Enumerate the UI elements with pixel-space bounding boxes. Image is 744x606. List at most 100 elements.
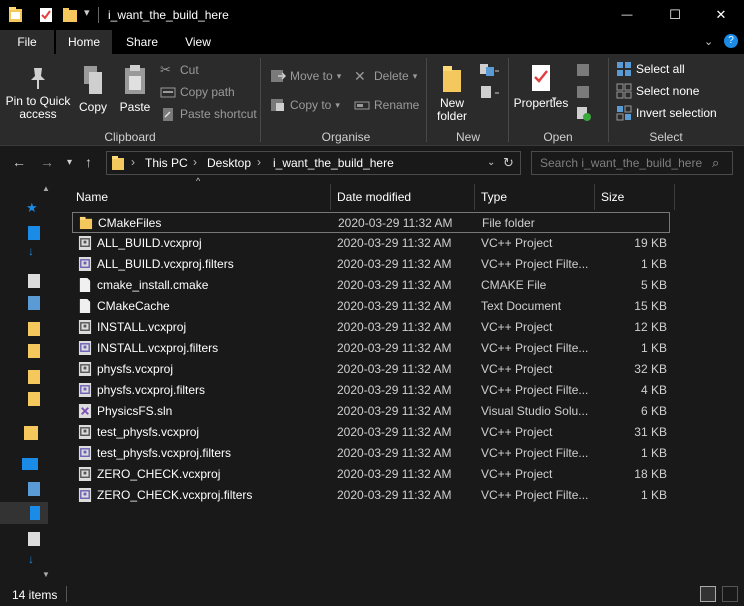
file-row[interactable]: ZERO_CHECK.vcxproj 2020-03-29 11:32 AM VC+… bbox=[72, 464, 670, 485]
this-pc-nav-icon[interactable] bbox=[22, 458, 38, 470]
documents-nav-icon[interactable] bbox=[28, 532, 40, 546]
copy-to-button[interactable]: Copy to ▾ bbox=[270, 97, 340, 113]
documents-nav-icon[interactable] bbox=[28, 274, 40, 288]
select-all-button[interactable]: Select all bbox=[616, 61, 685, 77]
minimize-icon: — bbox=[621, 9, 633, 21]
onedrive-nav-icon[interactable] bbox=[24, 426, 38, 440]
rename-button[interactable]: Rename bbox=[354, 97, 419, 113]
column-header-date[interactable]: Date modified bbox=[337, 184, 473, 210]
group-separator bbox=[508, 58, 509, 142]
copy-path-button[interactable]: Copy path bbox=[160, 84, 235, 100]
properties-button[interactable]: Properties bbox=[512, 62, 570, 110]
cut-label: Cut bbox=[180, 63, 199, 77]
column-header-type[interactable]: Type bbox=[481, 184, 593, 210]
file-name: INSTALL.vcxproj bbox=[97, 320, 187, 334]
file-row[interactable]: ZERO_CHECK.vcxproj.filters 2020-03-29 11:… bbox=[72, 485, 670, 506]
column-header-size[interactable]: Size bbox=[601, 184, 673, 210]
history-icon[interactable] bbox=[576, 106, 592, 122]
large-icons-view-icon[interactable] bbox=[722, 586, 738, 602]
file-row[interactable]: INSTALL.vcxproj.filters 2020-03-29 11:32 … bbox=[72, 338, 670, 359]
refresh-icon[interactable]: ↻ bbox=[503, 155, 514, 171]
file-row[interactable]: physfs.vcxproj.filters 2020-03-29 11:32 A… bbox=[72, 380, 670, 401]
properties-dropdown-icon[interactable]: ▾ bbox=[552, 94, 557, 105]
group-separator bbox=[608, 58, 609, 142]
selected-nav-item[interactable] bbox=[0, 502, 48, 524]
breadcrumb-desktop[interactable]: Desktop bbox=[207, 156, 251, 170]
file-name: INSTALL.vcxproj.filters bbox=[97, 341, 219, 355]
minimize-button[interactable]: — bbox=[604, 0, 650, 30]
close-button[interactable]: ✕ bbox=[698, 0, 744, 30]
new-item-icon[interactable] bbox=[478, 62, 500, 78]
tab-share[interactable]: Share bbox=[114, 30, 170, 54]
back-arrow-icon[interactable]: ← bbox=[12, 154, 26, 170]
forward-arrow-icon[interactable]: → bbox=[40, 154, 54, 170]
details-view-icon[interactable] bbox=[700, 586, 716, 602]
invert-selection-button[interactable]: Invert selection bbox=[616, 105, 717, 121]
maximize-button[interactable]: ☐ bbox=[652, 0, 698, 30]
paste-shortcut-button[interactable]: Paste shortcut bbox=[160, 106, 257, 122]
column-divider[interactable] bbox=[594, 184, 595, 210]
breadcrumb-current-folder[interactable]: i_want_the_build_here bbox=[273, 156, 394, 170]
new-folder-icon bbox=[443, 66, 461, 92]
file-row[interactable]: physfs.vcxproj 2020-03-29 11:32 AM VC++ Pr… bbox=[72, 359, 670, 380]
select-none-button[interactable]: Select none bbox=[616, 83, 699, 99]
move-to-button[interactable]: Move to ▾ bbox=[270, 68, 341, 84]
column-divider[interactable] bbox=[674, 184, 675, 210]
tab-file[interactable]: File bbox=[0, 30, 54, 54]
explorer-icon[interactable] bbox=[8, 6, 24, 24]
customize-quick-access-icon[interactable]: ▾ bbox=[84, 6, 90, 19]
file-row[interactable]: test_physfs.vcxproj.filters 2020-03-29 11… bbox=[72, 443, 670, 464]
3d-objects-nav-icon[interactable] bbox=[28, 482, 40, 496]
file-date-modified: 2020-03-29 11:32 AM bbox=[337, 278, 452, 292]
copy-button[interactable]: Copy bbox=[76, 64, 110, 114]
scroll-down-icon[interactable]: ▼ bbox=[42, 570, 50, 579]
breadcrumb-this-pc[interactable]: This PC bbox=[145, 156, 188, 170]
tab-view[interactable]: View bbox=[172, 30, 224, 54]
paste-icon bbox=[125, 65, 145, 94]
tab-home[interactable]: Home bbox=[56, 30, 112, 54]
file-row[interactable]: CMakeCache 2020-03-29 11:32 AM Text Docume… bbox=[72, 296, 670, 317]
search-input[interactable]: Search i_want_the_build_here ⌕ bbox=[531, 151, 733, 175]
cut-button[interactable]: ✂ Cut bbox=[160, 62, 199, 78]
rename-icon bbox=[354, 101, 370, 110]
folder-nav-icon[interactable] bbox=[28, 322, 40, 336]
paste-button[interactable]: Paste bbox=[116, 64, 154, 114]
recent-locations-icon[interactable]: ▾ bbox=[67, 157, 72, 168]
file-date-modified: 2020-03-29 11:32 AM bbox=[337, 404, 452, 418]
new-folder-icon[interactable] bbox=[62, 6, 78, 24]
file-row[interactable]: ALL_BUILD.vcxproj 2020-03-29 11:32 AM VC++… bbox=[72, 233, 670, 254]
desktop-nav-icon[interactable] bbox=[28, 226, 40, 240]
open-icon[interactable] bbox=[576, 62, 592, 78]
pictures-nav-icon[interactable] bbox=[28, 296, 40, 310]
help-icon[interactable]: ? bbox=[724, 34, 738, 48]
file-name: PhysicsFS.sln bbox=[97, 404, 173, 418]
folder-nav-icon[interactable] bbox=[28, 344, 40, 358]
file-row[interactable]: INSTALL.vcxproj 2020-03-29 11:32 AM VC++ P… bbox=[72, 317, 670, 338]
downloads-nav-icon[interactable]: ↓ bbox=[28, 552, 34, 566]
pin-to-quick-access-button[interactable]: Pin to Quick access bbox=[2, 64, 74, 121]
quick-access-star-icon[interactable]: ★ bbox=[26, 200, 38, 216]
address-bar[interactable]: › This PC › Desktop › i_want_the_build_h… bbox=[106, 151, 521, 175]
delete-button[interactable]: ✕ Delete ▾ bbox=[354, 68, 417, 84]
file-row[interactable]: PhysicsFS.sln 2020-03-29 11:32 AM Visual S… bbox=[72, 401, 670, 422]
downloads-nav-icon[interactable]: ↓ bbox=[28, 244, 34, 258]
column-divider[interactable] bbox=[330, 184, 331, 210]
file-row[interactable]: cmake_install.cmake 2020-03-29 11:32 AM CM… bbox=[72, 275, 670, 296]
file-row[interactable]: test_physfs.vcxproj 2020-03-29 11:32 AM VC… bbox=[72, 422, 670, 443]
easy-access-icon[interactable] bbox=[478, 84, 500, 100]
scroll-up-icon[interactable]: ▲ bbox=[42, 184, 50, 193]
folder-nav-icon[interactable] bbox=[28, 392, 40, 406]
column-divider[interactable] bbox=[474, 184, 475, 210]
edit-icon[interactable] bbox=[576, 84, 592, 100]
title-separator bbox=[98, 7, 99, 23]
address-dropdown-icon[interactable]: ⌄ bbox=[487, 157, 495, 168]
folder-nav-icon[interactable] bbox=[28, 370, 40, 384]
column-header-name[interactable]: Name bbox=[76, 184, 326, 210]
file-date-modified: 2020-03-29 11:32 AM bbox=[337, 446, 452, 460]
up-arrow-icon[interactable]: ↑ bbox=[85, 154, 92, 170]
collapse-ribbon-icon[interactable]: ⌄ bbox=[704, 35, 713, 48]
file-row[interactable]: ALL_BUILD.vcxproj.filters 2020-03-29 11:3… bbox=[72, 254, 670, 275]
new-folder-button[interactable]: New folder bbox=[432, 64, 472, 123]
file-row[interactable]: CMakeFiles 2020-03-29 11:32 AM File folder bbox=[72, 212, 670, 233]
properties-icon[interactable] bbox=[38, 6, 54, 24]
